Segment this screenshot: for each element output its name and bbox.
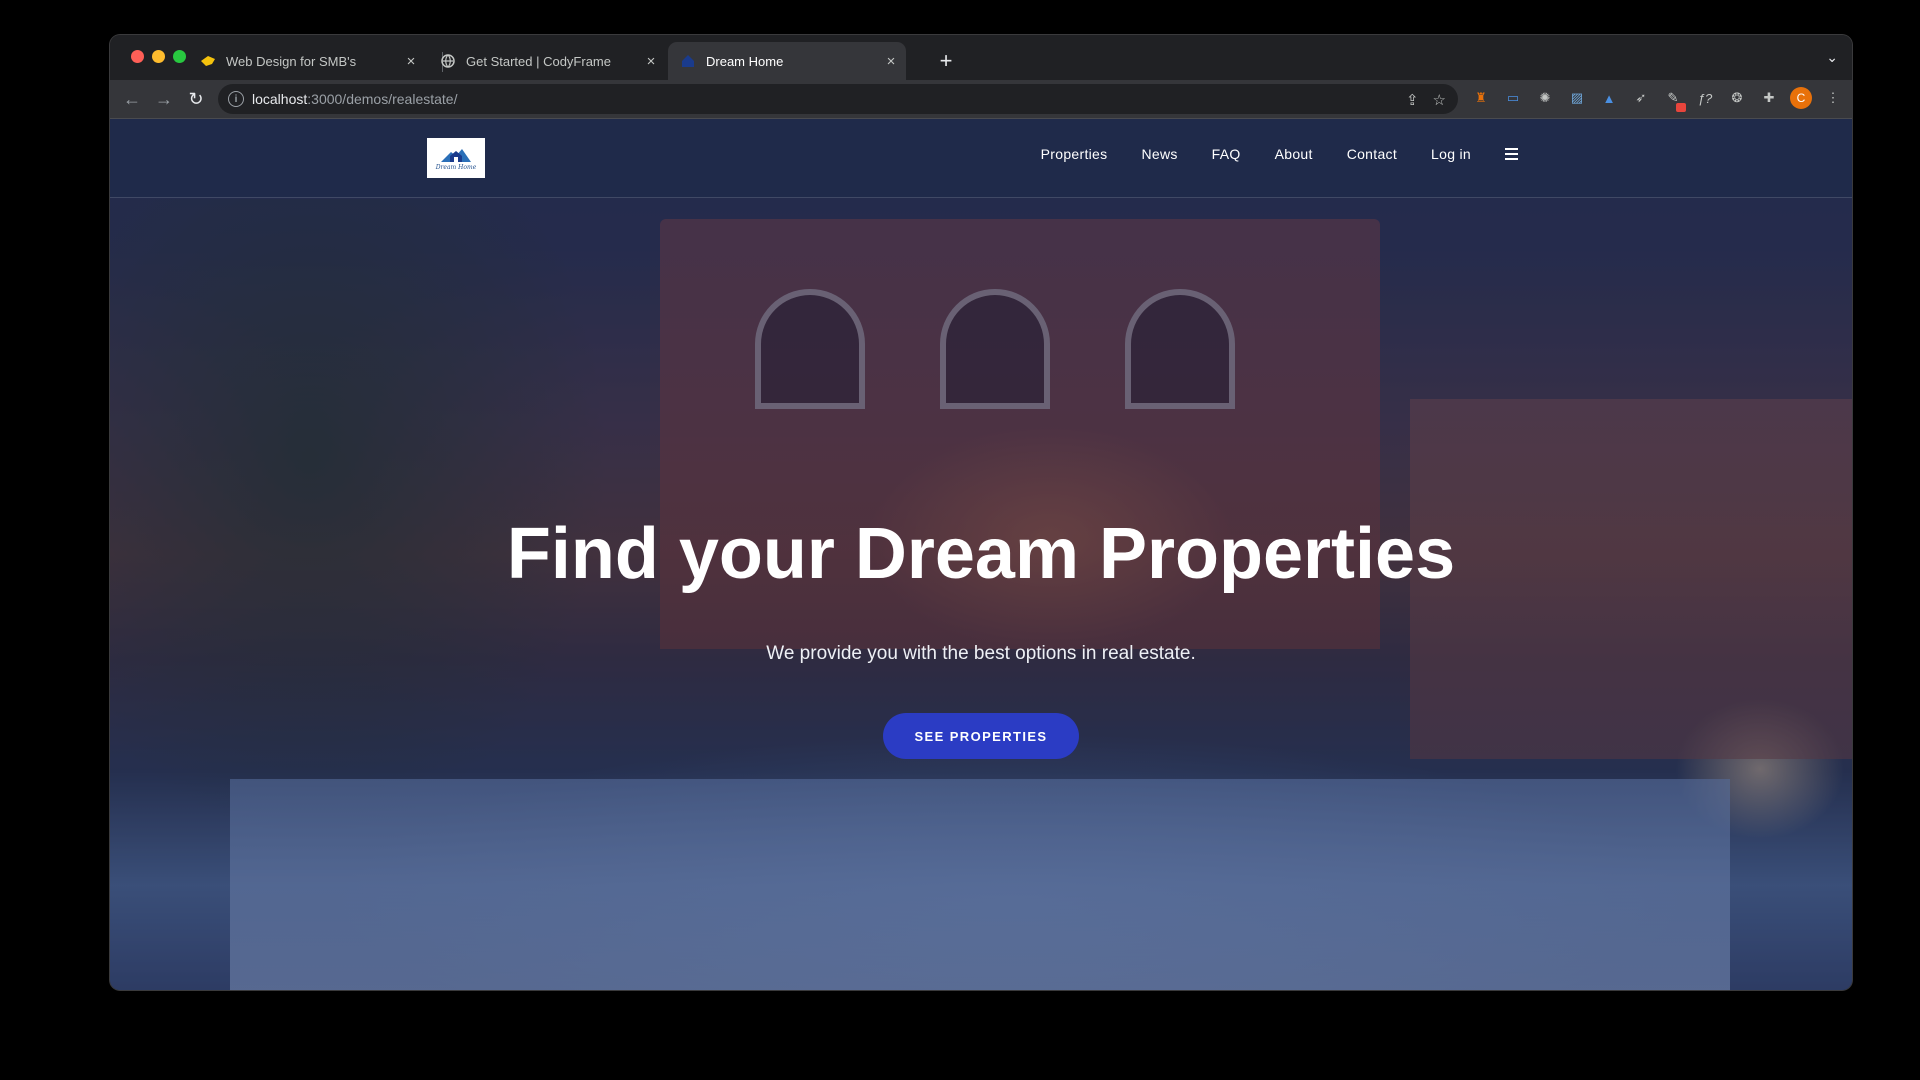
extension-pen-icon[interactable]: ✎ bbox=[1662, 87, 1686, 112]
extensions-bar: ♜ ▭ ✺ ▨ ▲ ➶ ✎ ƒ? ❂ ✚ C ⋮ bbox=[1470, 87, 1844, 112]
house-favicon-icon bbox=[680, 53, 696, 69]
share-icon[interactable]: ⇪ bbox=[1406, 91, 1419, 109]
omnibox-actions: ⇪ ☆ bbox=[1406, 91, 1446, 109]
tab-search-chevron-down-icon[interactable]: ⌄ bbox=[1826, 49, 1838, 66]
see-properties-button[interactable]: SEE PROPERTIES bbox=[883, 713, 1079, 759]
new-tab-button[interactable]: + bbox=[933, 48, 959, 74]
globe-icon bbox=[440, 53, 456, 69]
tab-codyframe[interactable]: Get Started | CodyFrame × bbox=[428, 42, 666, 80]
page-viewport: Dream Home Properties News FAQ About Con… bbox=[110, 119, 1852, 990]
extension-function-icon[interactable]: ƒ? bbox=[1694, 87, 1716, 109]
profile-avatar[interactable]: C bbox=[1790, 87, 1812, 109]
browser-window: Web Design for SMB's × Get Started | Cod… bbox=[110, 35, 1852, 990]
extension-monitor-icon[interactable]: ▭ bbox=[1502, 87, 1524, 109]
close-tab-icon[interactable]: × bbox=[642, 52, 660, 70]
extensions-puzzle-icon[interactable]: ✚ bbox=[1758, 87, 1780, 109]
browser-menu-kebab-icon[interactable]: ⋮ bbox=[1822, 87, 1844, 109]
close-window-button[interactable] bbox=[131, 50, 144, 63]
reload-icon[interactable]: ↻ bbox=[182, 85, 210, 113]
url-path: :3000/demos/realestate/ bbox=[307, 91, 458, 107]
browser-toolbar: ← → ↻ i localhost:3000/demos/realestate/… bbox=[110, 80, 1852, 119]
tab-web-design[interactable]: Web Design for SMB's × bbox=[188, 42, 426, 80]
extension-person-icon[interactable]: ♜ bbox=[1470, 87, 1492, 109]
window-controls bbox=[131, 50, 186, 63]
forward-arrow-icon[interactable]: → bbox=[150, 85, 178, 113]
extension-aperture-icon[interactable]: ❂ bbox=[1726, 87, 1748, 109]
tab-strip: Web Design for SMB's × Get Started | Cod… bbox=[110, 35, 1852, 80]
extension-rocket-icon[interactable]: ➶ bbox=[1630, 87, 1652, 109]
tab-title: Get Started | CodyFrame bbox=[466, 53, 611, 69]
extension-badge bbox=[1676, 103, 1686, 112]
smb-favicon-icon bbox=[200, 53, 216, 69]
address-bar[interactable]: i localhost:3000/demos/realestate/ ⇪ ☆ bbox=[218, 84, 1458, 114]
site-info-icon[interactable]: i bbox=[228, 91, 244, 107]
address-url: localhost:3000/demos/realestate/ bbox=[252, 91, 457, 107]
tab-title: Dream Home bbox=[706, 53, 784, 69]
hero-title: Find your Dream Properties bbox=[506, 514, 1456, 594]
close-tab-icon[interactable]: × bbox=[882, 52, 900, 70]
back-arrow-icon[interactable]: ← bbox=[118, 85, 146, 113]
hero-subtitle: We provide you with the best options in … bbox=[766, 643, 1196, 664]
tab-dream-home[interactable]: Dream Home × bbox=[668, 42, 906, 80]
bookmark-star-icon[interactable]: ☆ bbox=[1433, 91, 1446, 109]
url-host: localhost bbox=[252, 91, 308, 107]
maximize-window-button[interactable] bbox=[173, 50, 186, 63]
close-tab-icon[interactable]: × bbox=[402, 52, 420, 70]
minimize-window-button[interactable] bbox=[152, 50, 165, 63]
hero-section: Find your Dream Properties We provide yo… bbox=[110, 119, 1852, 990]
tab-title: Web Design for SMB's bbox=[226, 53, 357, 69]
extension-image-icon[interactable]: ▨ bbox=[1566, 87, 1588, 109]
extension-gear-icon[interactable]: ✺ bbox=[1534, 87, 1556, 109]
extension-triangle-icon[interactable]: ▲ bbox=[1598, 87, 1620, 109]
